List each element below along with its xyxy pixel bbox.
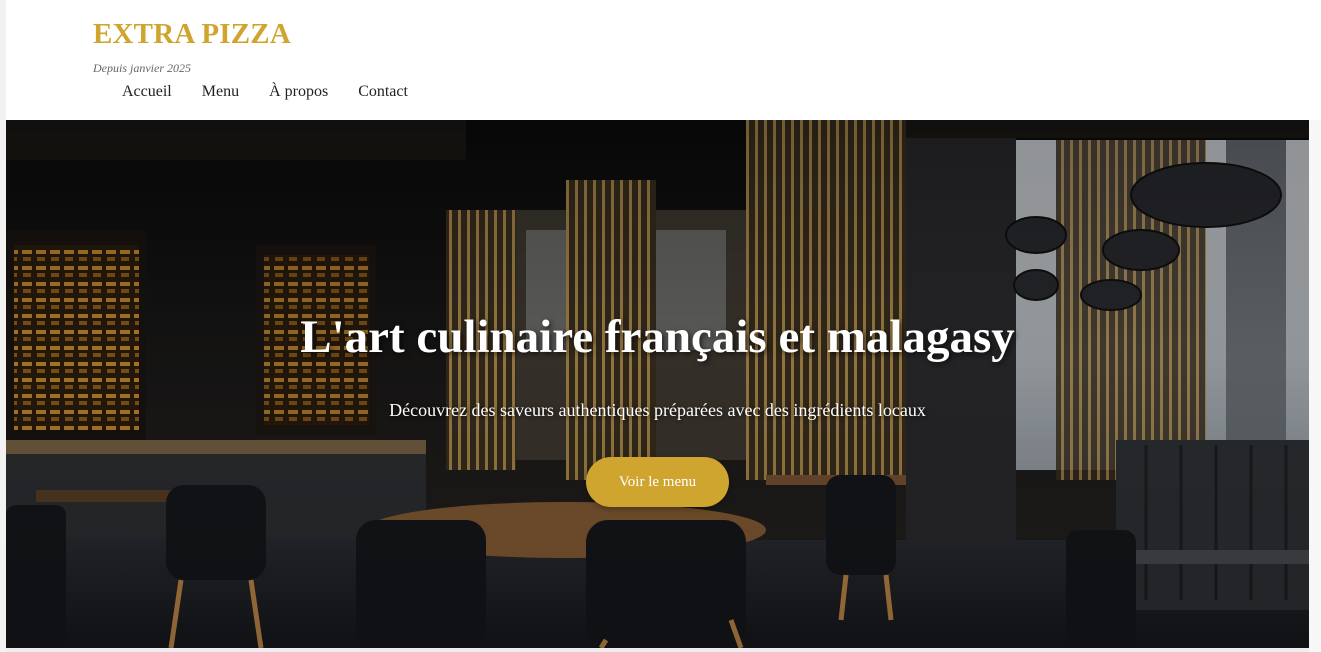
nav-link-menu[interactable]: Menu <box>202 83 239 101</box>
site-tagline: Depuis janvier 2025 <box>93 61 191 75</box>
nav-link-a-propos[interactable]: À propos <box>269 83 328 101</box>
hero-section: L'art culinaire français et malagasy Déc… <box>6 120 1309 648</box>
hero-overlay <box>6 120 1309 648</box>
site-logo[interactable]: EXTRA PIZZA <box>93 18 291 51</box>
hero-title: L'art culinaire français et malagasy <box>300 311 1015 363</box>
view-menu-button[interactable]: Voir le menu <box>586 457 729 507</box>
main-nav: Accueil Menu À propos Contact <box>122 83 438 101</box>
hero-subtitle: Découvrez des saveurs authentiques prépa… <box>389 400 926 420</box>
nav-link-accueil[interactable]: Accueil <box>122 83 172 101</box>
page-bottom-edge <box>6 648 1309 652</box>
nav-link-contact[interactable]: Contact <box>358 83 408 101</box>
site-header: EXTRA PIZZA Depuis janvier 2025 Accueil … <box>6 0 1309 120</box>
page-scroll-gutter <box>1309 120 1321 652</box>
